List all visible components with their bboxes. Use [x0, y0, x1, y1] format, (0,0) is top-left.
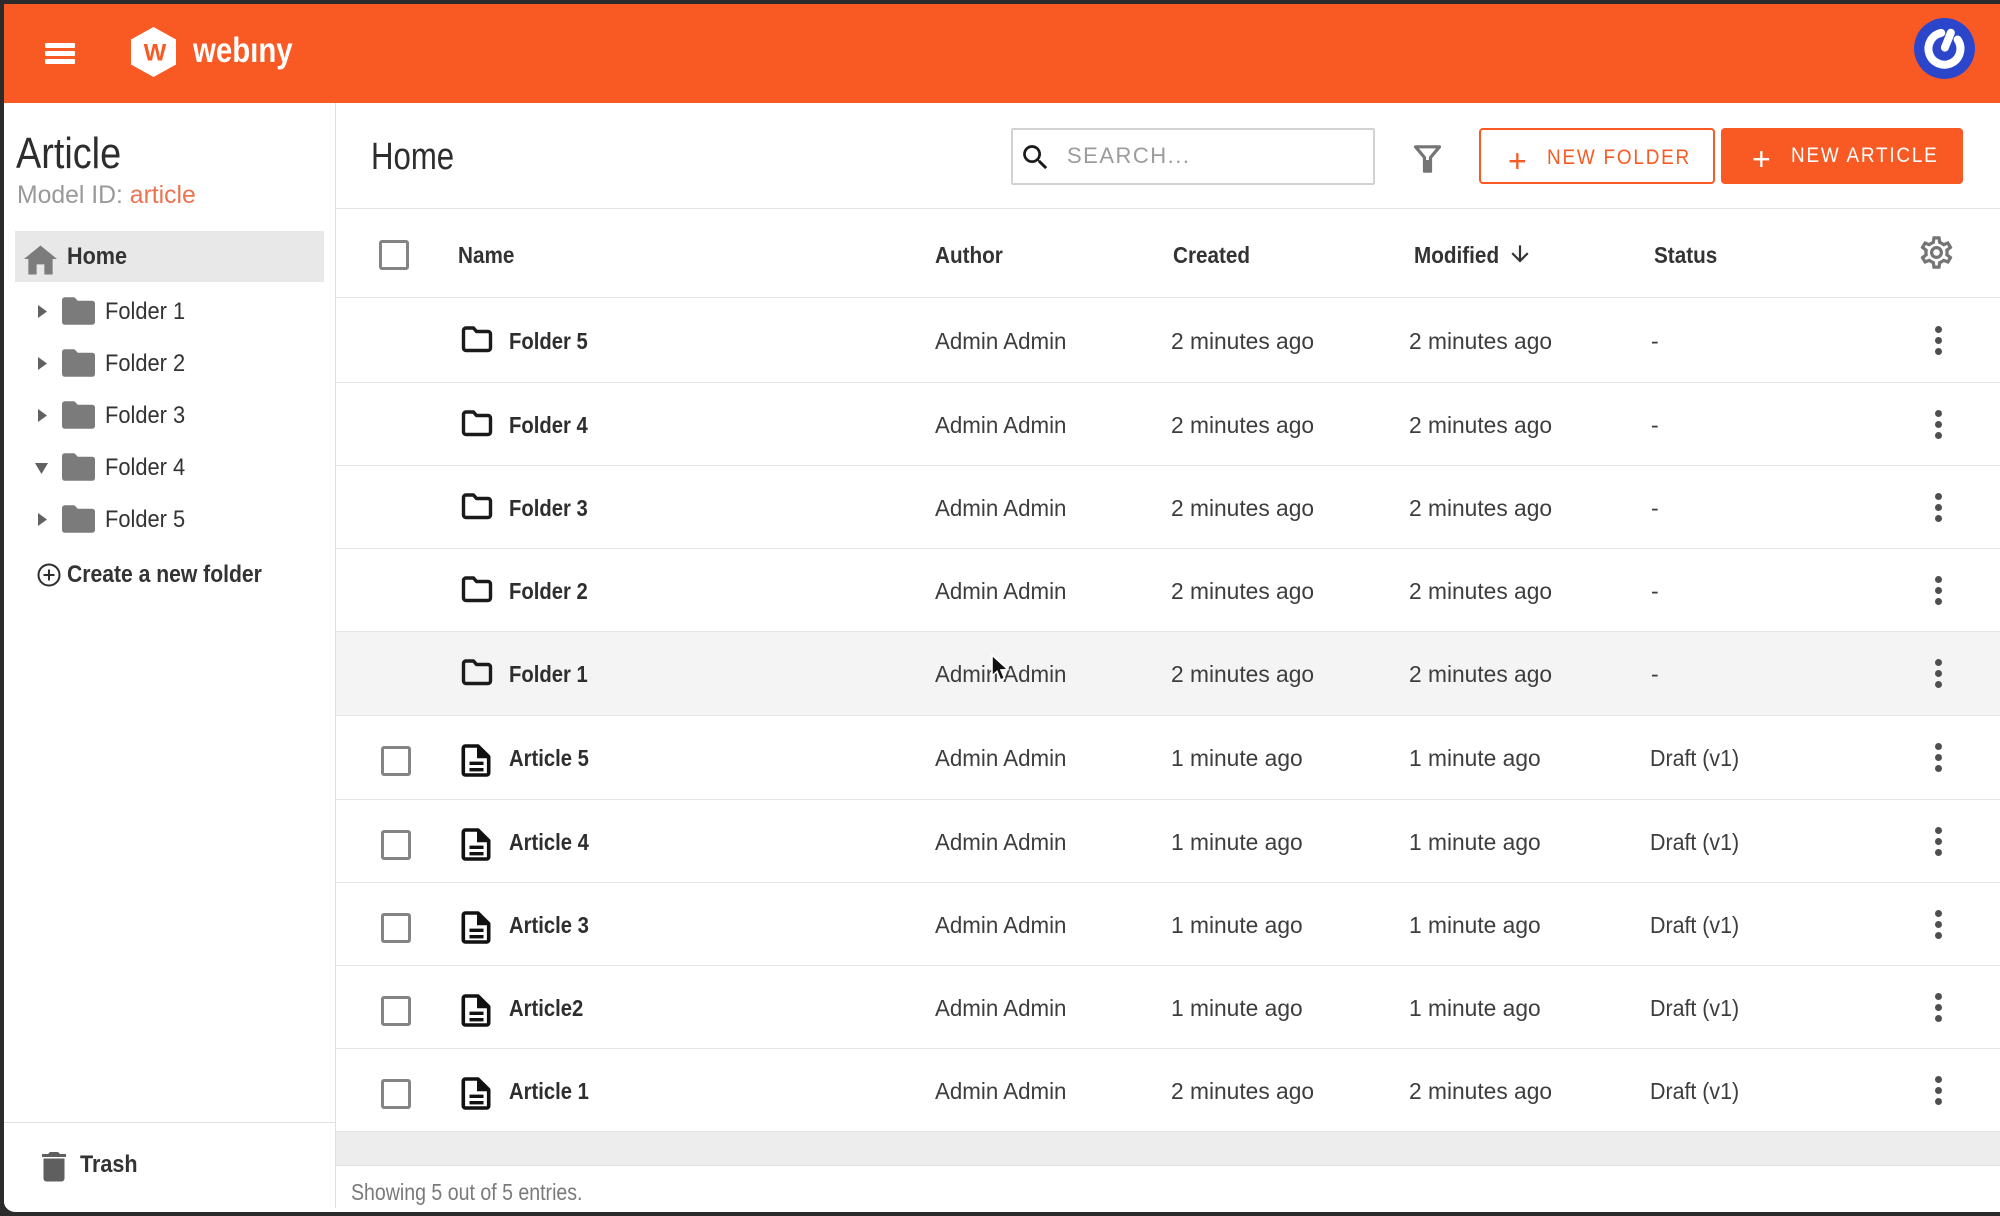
svg-text:W: W	[144, 40, 167, 67]
